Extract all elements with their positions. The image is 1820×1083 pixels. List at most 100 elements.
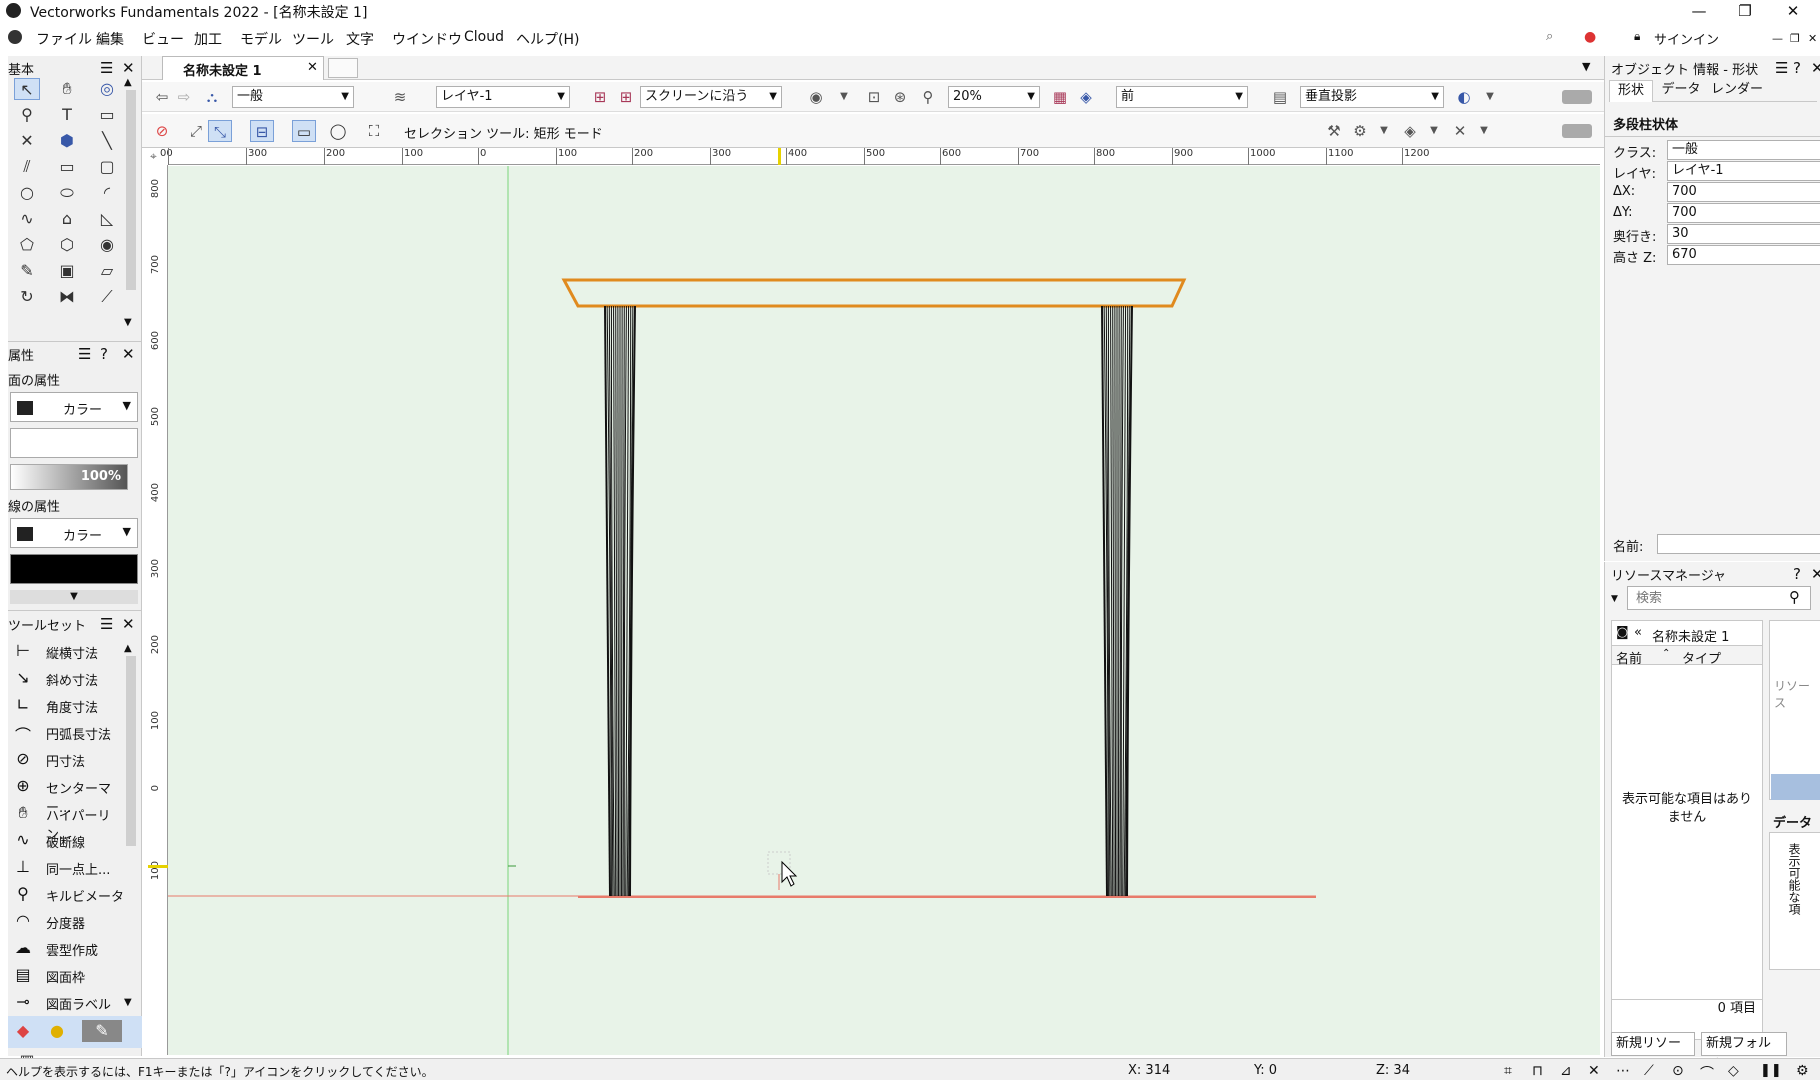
rm-help-icon[interactable]: ? [1793, 565, 1801, 583]
menu-tools[interactable]: ツール [292, 29, 334, 49]
selection-tool-icon[interactable]: ↖ [14, 78, 40, 100]
snap-object-icon[interactable]: ⊓ [1532, 1063, 1543, 1079]
lasso-mode-icon[interactable]: ◯ [326, 120, 350, 142]
new-tab-button[interactable] [328, 58, 358, 78]
col-type[interactable]: タイプ [1682, 648, 1721, 667]
render-mode-icon[interactable]: ◐ [1452, 86, 1476, 108]
regular-polygon-tool-icon[interactable]: ⬡ [54, 234, 80, 256]
rm-search-input[interactable] [1627, 586, 1811, 610]
snap-intersection-icon[interactable]: ✕ [1588, 1063, 1600, 1079]
polyline-tool-icon[interactable]: ⌂ [54, 208, 80, 230]
menu-file[interactable]: ファイル [36, 29, 92, 49]
toolset-item[interactable]: ↘斜め寸法 [8, 665, 126, 692]
class-options-icon[interactable]: ⊞ [614, 86, 638, 108]
chevron-down-icon[interactable]: ▼ [1478, 86, 1502, 108]
disable-select-icon[interactable]: ⊘ [150, 120, 174, 142]
circle-tool-icon[interactable]: ○ [14, 182, 40, 204]
line-tool-icon[interactable]: ╲ [94, 130, 120, 152]
tab-data[interactable]: データ [1659, 80, 1703, 102]
toolset-item[interactable]: ∟角度寸法 [8, 692, 126, 719]
menu-edit[interactable]: 編集 [96, 29, 124, 49]
projection-dropdown[interactable]: 垂直投影▼ [1300, 86, 1444, 108]
search-icon[interactable]: ⚲ [1789, 588, 1800, 606]
oip-menu-icon[interactable]: ☰ [1775, 59, 1788, 77]
spiral-tool-icon[interactable]: ◉ [94, 234, 120, 256]
rm-filter-chevron-icon[interactable]: ▼ [1611, 594, 1618, 604]
polygon-mode-icon[interactable]: ⛶ [362, 120, 386, 142]
oip-close-icon[interactable]: ✕ [1811, 59, 1820, 77]
toolset-item[interactable]: ⊢縦横寸法 [8, 638, 126, 665]
layer-options-icon[interactable]: ⊞ [588, 86, 612, 108]
smart-point-icon[interactable]: ⊙ [1672, 1063, 1684, 1079]
toolset-item[interactable]: ✋︎ハイパーリン... [8, 800, 126, 827]
projection-icon[interactable]: ▤ [1268, 86, 1292, 108]
chevron-down-icon[interactable]: ▼ [1422, 120, 1446, 142]
toolset-item[interactable]: ⌒円弧長寸法 [8, 719, 126, 746]
fill-color-dropdown[interactable]: カラー ▼ [10, 392, 138, 422]
toolset-scroll-down-icon[interactable]: ▼ [124, 994, 132, 1012]
view-dropdown[interactable]: 前▼ [1116, 86, 1248, 108]
rectangle-tool-icon[interactable]: ▭ [54, 156, 80, 178]
pause-icon[interactable]: ❚❚ [1760, 1063, 1782, 1078]
tab-list-chevron-icon[interactable]: ▼ [1582, 60, 1590, 73]
notification-icon[interactable]: ● [1584, 29, 1596, 45]
double-polygon-tool-icon[interactable]: ⬠ [14, 234, 40, 256]
eyedropper-tool-icon[interactable]: ✎ [14, 260, 40, 282]
basic-scrollbar[interactable] [126, 90, 136, 290]
oip-help-icon[interactable]: ? [1793, 59, 1801, 77]
fill-pattern-box[interactable] [10, 428, 138, 458]
snap-surface-icon[interactable]: ◇ [1728, 1063, 1739, 1079]
attr-expand-icon[interactable]: ▼ [10, 590, 138, 604]
new-folder-button[interactable]: 新規フォルダ... [1701, 1032, 1787, 1056]
tab-shape[interactable]: 形状 [1609, 80, 1653, 102]
rounded-rect-tool-icon[interactable]: ▢ [94, 156, 120, 178]
view-grid-icon[interactable]: ▦ [1048, 86, 1072, 108]
object-snap-icon[interactable]: ✕ [1448, 120, 1472, 142]
text-tool-icon[interactable]: T [54, 104, 80, 126]
toolset-close-icon[interactable]: ✕ [122, 615, 135, 633]
snap-tangent-icon[interactable]: ⟋ [1644, 1063, 1654, 1079]
pan-tool-icon[interactable]: ✋︎ [54, 78, 80, 100]
settings-gear-icon[interactable]: ⚙ [1348, 120, 1372, 142]
single-select-icon[interactable]: ⤢ [184, 120, 208, 142]
doc-minimize-button[interactable]: — [1772, 32, 1783, 45]
attr-close-icon[interactable]: ✕ [122, 345, 135, 363]
dims-tab-icon[interactable]: ✎ [82, 1020, 122, 1042]
zoom-fit-icon[interactable]: ⊛ [888, 86, 912, 108]
opacity-slider[interactable]: 100% [10, 464, 128, 490]
class-field[interactable]: 一般 [1667, 140, 1820, 160]
layer-icon[interactable]: ≋ [388, 86, 412, 108]
plane-dropdown[interactable]: スクリーンに沿う▼ [640, 86, 782, 108]
modebar-more-button[interactable] [1562, 124, 1592, 138]
drawing-canvas[interactable] [168, 166, 1600, 1055]
double-line-tool-icon[interactable]: ⫽ [14, 156, 40, 178]
collapse-icon[interactable]: « [1634, 625, 1642, 640]
mirror-tool-icon[interactable]: ⧓ [54, 286, 80, 308]
minimize-button[interactable]: — [1676, 0, 1722, 22]
depth-field[interactable]: 30 [1667, 224, 1820, 244]
menu-help[interactable]: ヘルプ(H) [516, 29, 579, 49]
rectangle-mode-icon[interactable]: ▭ [292, 120, 316, 142]
search-icon[interactable]: ⌕ [1546, 29, 1553, 44]
toolset-item[interactable]: ▤図面枠 [8, 962, 126, 989]
toolset-item[interactable]: ⊘円寸法 [8, 746, 126, 773]
name-field[interactable] [1657, 534, 1820, 554]
chevron-down-icon[interactable]: ▼ [1472, 120, 1496, 142]
visibility-icon[interactable]: ◉ [804, 86, 828, 108]
reshape-tool-icon[interactable]: ▱ [94, 260, 120, 282]
toolset-scrollbar[interactable] [126, 656, 136, 846]
tab-render[interactable]: レンダー [1707, 80, 1767, 102]
snap-distance-icon[interactable]: ⋯ [1616, 1063, 1630, 1079]
menu-window[interactable]: ウインドウ [392, 29, 462, 49]
new-resource-button[interactable]: 新規リソース... [1611, 1032, 1695, 1056]
forward-icon[interactable]: ⇨ [172, 86, 196, 108]
menu-modify[interactable]: 加工 [194, 29, 222, 49]
transform-icon[interactable]: ⊟ [250, 120, 274, 142]
menu-cloud[interactable]: Cloud [464, 29, 504, 45]
offset-tool-icon[interactable]: ▣ [54, 260, 80, 282]
rotate-tool-icon[interactable]: ↻ [14, 286, 40, 308]
toolset-item[interactable]: ⊥同一点上... [8, 854, 126, 881]
layer-dropdown[interactable]: レイヤ-1▼ [436, 86, 570, 108]
snap-angle-icon[interactable]: ⊿ [1560, 1063, 1572, 1079]
col-name[interactable]: 名前 [1616, 648, 1642, 667]
